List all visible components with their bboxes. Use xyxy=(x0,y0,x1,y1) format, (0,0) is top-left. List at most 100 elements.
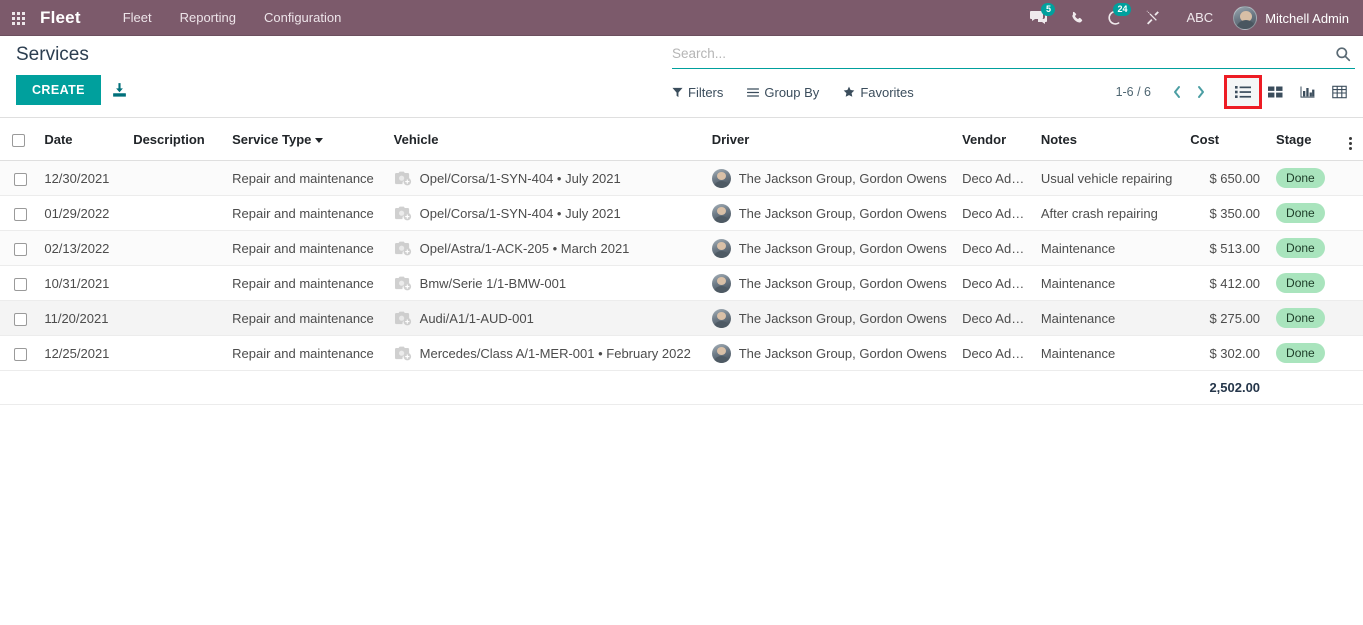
column-header-service-type[interactable]: Service Type xyxy=(224,118,386,161)
select-all-checkbox[interactable] xyxy=(12,133,25,147)
graph-view-icon[interactable] xyxy=(1291,78,1323,106)
column-header-vehicle[interactable]: Vehicle xyxy=(385,118,704,161)
menu-item-configuration[interactable]: Configuration xyxy=(250,0,355,36)
table-row[interactable]: 12/30/2021 Repair and maintenance Opel/Cor… xyxy=(0,160,1363,196)
filters-dropdown[interactable]: Filters xyxy=(672,85,723,100)
cell-date: 10/31/2021 xyxy=(36,265,126,301)
totals-check-cell xyxy=(0,370,37,405)
row-select-cell[interactable] xyxy=(0,195,37,231)
column-header-stage[interactable]: Stage xyxy=(1268,118,1341,161)
user-menu[interactable]: Mitchell Admin xyxy=(1227,0,1363,36)
group-lines-icon xyxy=(747,87,760,97)
phone-icon[interactable] xyxy=(1058,0,1096,36)
table-row[interactable]: 10/31/2021 Repair and maintenance Bmw/Seri… xyxy=(0,265,1363,301)
row-select-cell[interactable] xyxy=(0,265,37,301)
cell-cost: $ 650.00 xyxy=(1182,160,1269,196)
cell-notes: Maintenance xyxy=(1032,300,1183,336)
driver-avatar xyxy=(711,203,731,223)
app-brand-fleet[interactable]: Fleet xyxy=(40,8,81,28)
chevron-left-icon[interactable] xyxy=(1165,85,1189,99)
cell-description xyxy=(125,160,225,196)
search-input[interactable] xyxy=(672,44,1331,63)
create-button[interactable]: CREATE xyxy=(16,75,101,105)
column-header-cost[interactable]: Cost xyxy=(1182,118,1269,161)
company-switcher[interactable]: ABC xyxy=(1172,0,1227,36)
avatar xyxy=(1233,6,1258,30)
column-header-description[interactable]: Description xyxy=(125,118,225,161)
row-checkbox[interactable] xyxy=(13,207,27,221)
cell-cost: $ 350.00 xyxy=(1182,195,1269,231)
cell-options xyxy=(1340,160,1363,196)
favorites-label: Favorites xyxy=(860,84,914,100)
totals-description-cell xyxy=(125,370,225,405)
optional-columns-toggle[interactable] xyxy=(1340,118,1363,161)
favorites-dropdown[interactable]: Favorites xyxy=(843,84,914,100)
messages-icon[interactable]: 5 xyxy=(1020,0,1058,36)
image-placeholder-icon xyxy=(394,241,411,255)
filters-label: Filters xyxy=(688,84,724,100)
menu-item-reporting[interactable]: Reporting xyxy=(166,0,250,36)
row-select-cell[interactable] xyxy=(0,300,37,336)
totals-date-cell xyxy=(36,370,126,405)
cell-driver: The Jackson Group, Gordon Owens xyxy=(703,230,955,266)
tools-icon[interactable] xyxy=(1134,0,1172,36)
search-facets-row: Filters Group By Favorites 1-6 / 6 xyxy=(672,75,1355,109)
cell-cost: $ 412.00 xyxy=(1182,265,1269,301)
totals-vehicle-cell xyxy=(385,370,704,405)
cell-vehicle-label: Mercedes/Class A/1-MER-001 • February 20… xyxy=(419,345,691,361)
control-panel-actions: CREATE xyxy=(16,75,128,105)
row-checkbox[interactable] xyxy=(13,172,27,186)
top-navbar: Fleet Fleet Reporting Configuration 5 24… xyxy=(0,0,1363,36)
column-header-notes[interactable]: Notes xyxy=(1032,118,1183,161)
cell-driver-label: The Jackson Group, Gordon Owens xyxy=(738,205,947,221)
cell-vehicle: Audi/A1/1-AUD-001 xyxy=(385,300,704,336)
row-checkbox[interactable] xyxy=(13,347,27,361)
row-select-cell[interactable] xyxy=(0,160,37,196)
cell-vehicle-label: Opel/Corsa/1-SYN-404 • July 2021 xyxy=(419,205,621,221)
cell-vehicle-label: Audi/A1/1-AUD-001 xyxy=(419,310,534,326)
driver-avatar xyxy=(711,168,731,188)
table-row[interactable]: 01/29/2022 Repair and maintenance Opel/Cor… xyxy=(0,195,1363,231)
vertical-dots-icon[interactable] xyxy=(1348,137,1352,150)
import-download-icon[interactable] xyxy=(111,82,128,99)
header-row: Date Description Service Type Vehicle Dr… xyxy=(0,118,1363,161)
column-header-date[interactable]: Date xyxy=(36,118,126,161)
pivot-view-icon[interactable] xyxy=(1323,78,1355,106)
select-all-header[interactable] xyxy=(0,118,37,161)
chevron-right-icon[interactable] xyxy=(1189,85,1213,99)
row-checkbox[interactable] xyxy=(13,242,27,256)
column-header-service-type-label: Service Type xyxy=(232,131,312,147)
view-switcher xyxy=(1224,75,1355,109)
search-bar[interactable] xyxy=(672,44,1355,69)
cell-options xyxy=(1340,230,1363,266)
search-icon[interactable] xyxy=(1331,46,1355,62)
table-row[interactable]: 02/13/2022 Repair and maintenance Opel/Ast… xyxy=(0,230,1363,266)
table-row[interactable]: 12/25/2021 Repair and maintenance Mercedes… xyxy=(0,335,1363,371)
cell-date: 12/25/2021 xyxy=(36,335,126,371)
cell-service-type: Repair and maintenance xyxy=(224,300,386,336)
activity-clock-icon[interactable]: 24 xyxy=(1096,0,1134,36)
column-header-driver[interactable]: Driver xyxy=(703,118,955,161)
menu-item-fleet[interactable]: Fleet xyxy=(109,0,166,36)
column-header-vendor[interactable]: Vendor xyxy=(954,118,1033,161)
row-select-cell[interactable] xyxy=(0,335,37,371)
kanban-view-icon[interactable] xyxy=(1259,78,1291,106)
cell-driver: The Jackson Group, Gordon Owens xyxy=(703,195,955,231)
row-checkbox[interactable] xyxy=(13,312,27,326)
row-select-cell[interactable] xyxy=(0,230,37,266)
apps-grid-icon[interactable] xyxy=(0,0,36,36)
cell-date: 11/20/2021 xyxy=(36,300,126,336)
status-badge: Done xyxy=(1276,343,1325,363)
cell-vendor: Deco Addict xyxy=(954,230,1033,266)
table-row[interactable]: 11/20/2021 Repair and maintenance Audi/A1/… xyxy=(0,300,1363,336)
cell-vehicle-label: Opel/Astra/1-ACK-205 • March 2021 xyxy=(419,240,630,256)
group-by-dropdown[interactable]: Group By xyxy=(747,85,819,100)
cell-vehicle: Opel/Corsa/1-SYN-404 • July 2021 xyxy=(385,195,704,231)
image-placeholder-icon xyxy=(394,171,411,185)
image-placeholder-icon xyxy=(394,171,412,186)
row-checkbox[interactable] xyxy=(13,277,27,291)
list-view-icon[interactable] xyxy=(1224,75,1262,109)
cell-driver: The Jackson Group, Gordon Owens xyxy=(703,335,955,371)
cell-service-type: Repair and maintenance xyxy=(224,160,386,196)
activity-badge: 24 xyxy=(1113,3,1132,16)
